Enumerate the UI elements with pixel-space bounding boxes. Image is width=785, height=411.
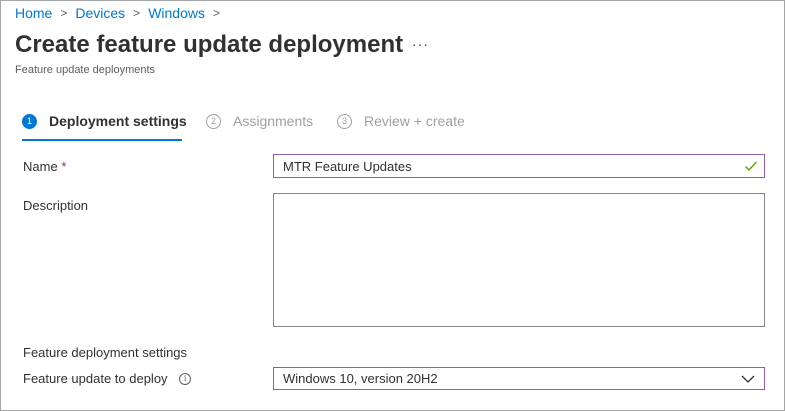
required-marker: * [61, 159, 67, 174]
step-number-1: 1 [22, 113, 37, 129]
breadcrumb: Home > Devices > Windows > [15, 5, 228, 21]
tab-assignments[interactable]: 2 Assignments [206, 113, 313, 129]
breadcrumb-separator: > [60, 6, 68, 20]
breadcrumb-separator: > [212, 6, 220, 20]
breadcrumb-windows[interactable]: Windows [148, 5, 205, 21]
breadcrumb-devices[interactable]: Devices [75, 5, 125, 21]
feature-update-label: Feature update to deploy i [23, 371, 192, 386]
step-label: Review + create [364, 113, 465, 129]
breadcrumb-separator: > [133, 6, 141, 20]
breadcrumb-home[interactable]: Home [15, 5, 52, 21]
name-field[interactable]: MTR Feature Updates [273, 154, 765, 178]
page-title: Create feature update deployment [15, 31, 404, 58]
name-field-value: MTR Feature Updates [283, 158, 412, 174]
feature-update-selected-value: Windows 10, version 20H2 [283, 371, 438, 386]
checkmark-icon [745, 161, 758, 172]
step-label: Deployment settings [49, 113, 187, 129]
chevron-down-icon [741, 375, 755, 383]
description-field[interactable] [273, 193, 765, 327]
name-label: Name * [23, 159, 66, 174]
active-step-underline [22, 139, 182, 141]
name-label-text: Name [23, 159, 58, 174]
feature-update-label-text: Feature update to deploy [23, 371, 168, 386]
more-options-button[interactable]: ··· [412, 36, 429, 52]
page-subtitle: Feature update deployments [15, 64, 156, 76]
step-number-2: 2 [206, 113, 221, 129]
tab-deployment-settings[interactable]: 1 Deployment settings [22, 113, 187, 129]
tab-review-create[interactable]: 3 Review + create [337, 113, 465, 129]
section-heading: Feature deployment settings [23, 345, 188, 360]
info-icon[interactable]: i [179, 372, 192, 385]
feature-update-select[interactable]: Windows 10, version 20H2 [273, 367, 765, 390]
description-label: Description [23, 198, 89, 213]
step-number-3: 3 [337, 113, 352, 129]
step-label: Assignments [233, 113, 314, 129]
